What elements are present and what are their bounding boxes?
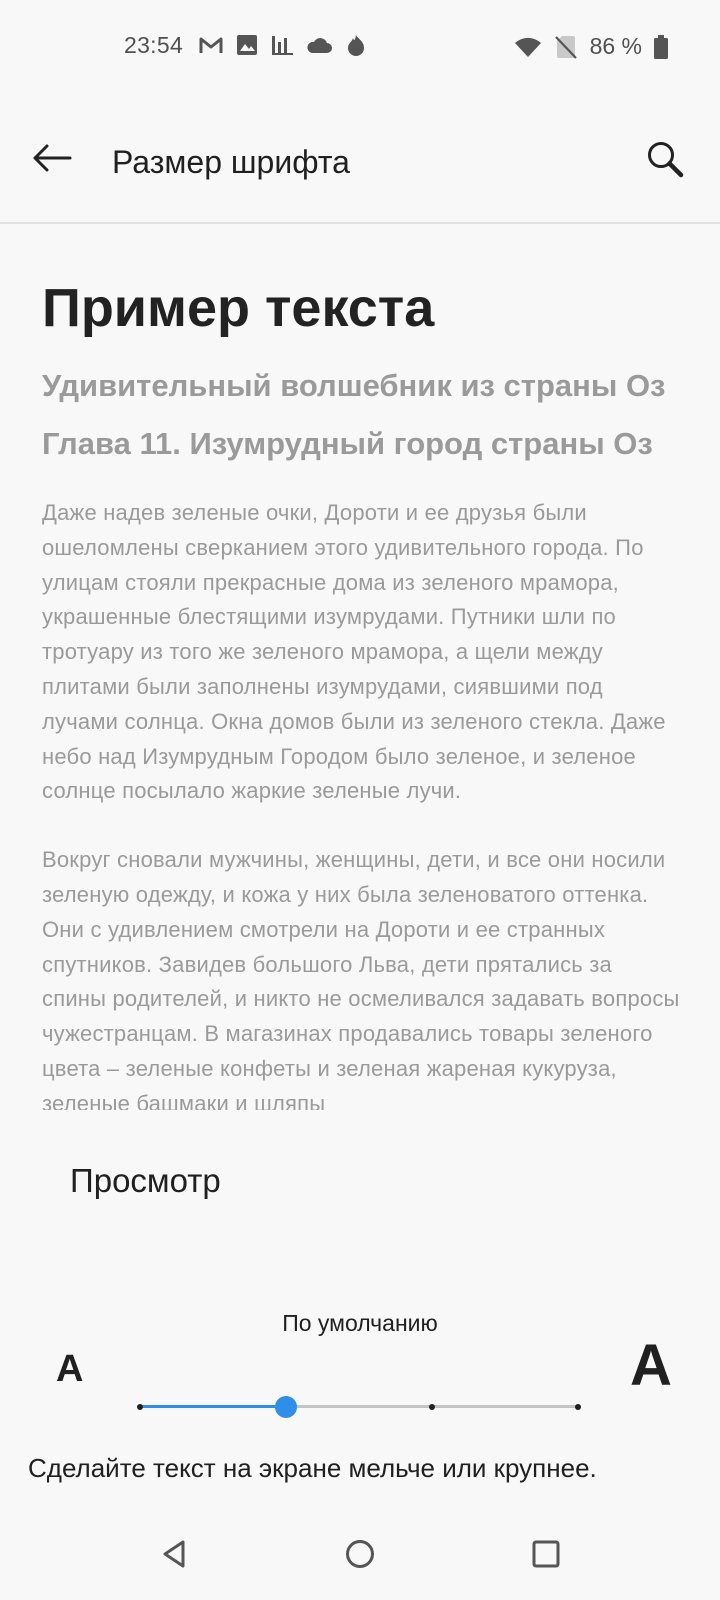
- cloud-icon: [306, 35, 332, 55]
- nav-recents-button[interactable]: [516, 1526, 576, 1586]
- search-button[interactable]: [640, 136, 692, 188]
- slider-thumb[interactable]: [275, 1396, 297, 1418]
- fire-icon: [344, 33, 368, 57]
- chart-icon: [270, 34, 294, 56]
- navigation-bar: [0, 1516, 720, 1600]
- slider-tick[interactable]: [575, 1404, 581, 1410]
- wifi-icon: [514, 36, 542, 58]
- slider-description: Сделайте текст на экране мельче или круп…: [28, 1453, 597, 1483]
- photos-icon: [236, 34, 258, 56]
- nav-back-button[interactable]: [145, 1526, 205, 1586]
- large-size-label: A: [630, 1333, 672, 1398]
- slider-tick[interactable]: [137, 1404, 143, 1410]
- small-size-label: A: [56, 1348, 84, 1390]
- sample-paragraph: Вокруг сновали мужчины, женщины, дети, и…: [42, 847, 680, 1110]
- slider-tick[interactable]: [429, 1404, 435, 1410]
- sample-subtitle: Удивительный волшебник из страны Оз: [42, 368, 666, 403]
- notification-icons: [198, 33, 368, 57]
- page-title: Размер шрифта: [112, 144, 350, 180]
- recents-square-icon: [530, 1538, 562, 1575]
- arrow-back-icon: [32, 143, 72, 178]
- sample-chapter: Глава 11. Изумрудный город страны Оз: [42, 426, 653, 461]
- font-size-slider[interactable]: [137, 1394, 581, 1420]
- sample-text-area: Пример текста Удивительный волшебник из …: [42, 224, 682, 1110]
- nav-home-button[interactable]: [330, 1526, 390, 1586]
- slider-value-label: По умолчанию: [282, 1310, 438, 1336]
- home-circle-icon: [344, 1538, 376, 1575]
- slider-fill: [140, 1405, 286, 1408]
- battery-percent: 86 %: [589, 33, 642, 59]
- back-button[interactable]: [28, 136, 76, 184]
- app-bar: Размер шрифта: [0, 96, 720, 224]
- back-triangle-icon: [159, 1538, 191, 1575]
- preview-label: Просмотр: [70, 1162, 221, 1199]
- sample-title: Пример текста: [42, 278, 435, 338]
- status-bar: 23:54 86 %: [0, 0, 720, 96]
- sample-paragraph: Даже надев зеленые очки, Дороти и ее дру…: [42, 500, 666, 804]
- status-time: 23:54: [124, 32, 184, 58]
- no-sim-icon: [554, 34, 578, 60]
- search-icon: [646, 140, 686, 185]
- system-icons: 86 %: [514, 33, 668, 60]
- gmail-icon: [198, 34, 224, 56]
- battery-icon: [654, 34, 668, 59]
